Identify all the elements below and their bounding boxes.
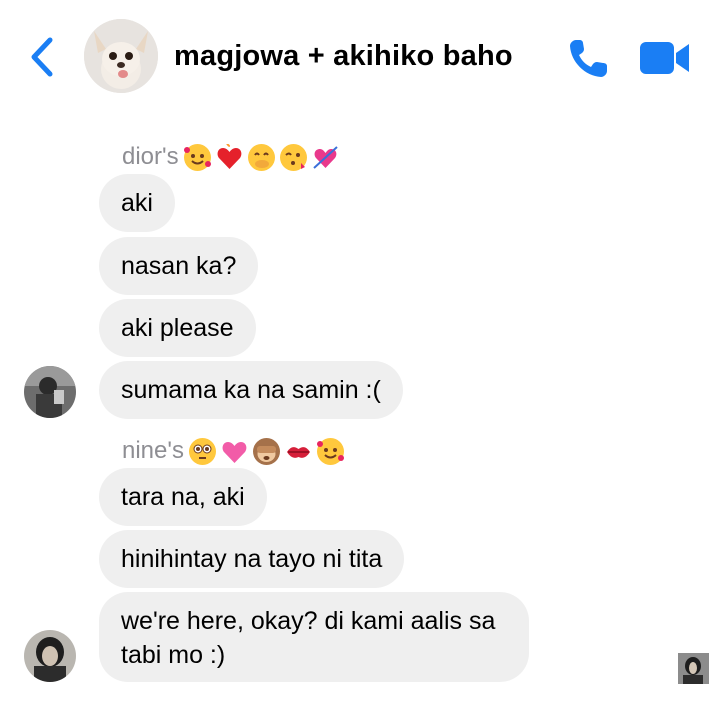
video-call-button[interactable] xyxy=(638,38,692,78)
avatar-photo xyxy=(678,653,709,684)
sender-name: nine's xyxy=(122,437,184,464)
conversation-title[interactable]: magjowa + akihiko baho xyxy=(174,40,513,73)
chat-header: magjowa + akihiko baho xyxy=(0,0,720,112)
see-no-evil-monkey-icon xyxy=(252,437,280,465)
flushed-face-icon xyxy=(188,437,216,465)
smiling-face-with-hearts-icon xyxy=(316,437,344,465)
message-bubble[interactable]: aki please xyxy=(99,299,256,357)
chevron-left-icon xyxy=(31,37,53,77)
sender-avatar-nine[interactable] xyxy=(24,630,76,682)
avatar-photo xyxy=(24,366,76,418)
heart-on-fire-icon xyxy=(216,142,243,171)
message-bubble[interactable]: tara na, aki xyxy=(99,468,267,526)
message-bubble[interactable]: we're here, okay? di kami aalis sa tabi … xyxy=(99,592,529,682)
smiling-face-with-hearts-icon xyxy=(183,143,211,171)
kiss-mark-icon xyxy=(285,438,312,465)
sender-label-group-1: dior's xyxy=(122,142,339,172)
sender-avatar-dior[interactable] xyxy=(24,366,76,418)
group-avatar[interactable] xyxy=(84,19,158,93)
message-bubble[interactable]: hinihintay na tayo ni tita xyxy=(99,530,405,588)
face-blowing-kiss-icon xyxy=(279,143,307,171)
face-with-hand-over-mouth-icon xyxy=(247,143,275,171)
message-bubble[interactable]: nasan ka? xyxy=(99,237,259,295)
video-camera-icon xyxy=(640,42,689,74)
seen-by-avatar xyxy=(678,653,709,684)
audio-call-button[interactable] xyxy=(566,35,612,81)
sender-name: dior's xyxy=(122,143,179,170)
heart-with-arrow-icon xyxy=(312,144,339,171)
sender-label-group-2: nine's xyxy=(122,436,344,466)
chihuahua-photo xyxy=(84,19,158,93)
phone-icon xyxy=(570,40,607,77)
avatar-photo xyxy=(24,630,76,682)
message-bubble[interactable]: sumama ka na samin :( xyxy=(99,361,403,419)
growing-heart-icon xyxy=(221,438,248,465)
back-button[interactable] xyxy=(26,34,60,80)
message-bubble[interactable]: aki xyxy=(99,174,175,232)
